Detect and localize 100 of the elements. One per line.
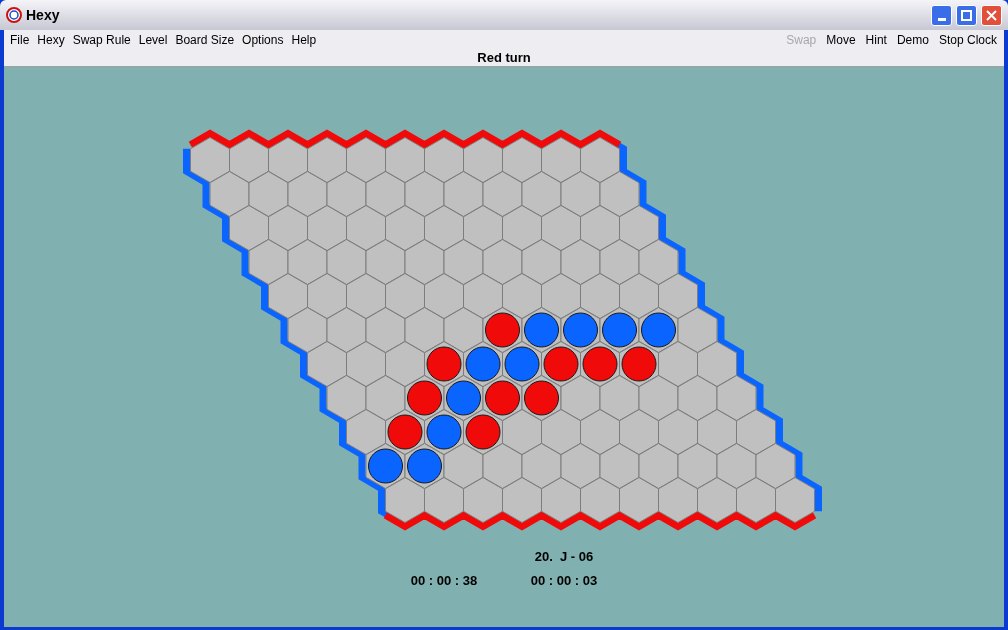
hex-cell[interactable] <box>619 409 659 455</box>
hex-cell[interactable] <box>580 273 620 319</box>
hex-cell[interactable] <box>385 477 425 523</box>
hex-cell[interactable] <box>619 205 659 251</box>
hex-cell[interactable] <box>248 239 289 285</box>
hex-cell[interactable] <box>638 239 679 285</box>
hex-cell[interactable] <box>658 273 698 319</box>
hex-cell[interactable] <box>677 375 718 421</box>
hex-cell[interactable] <box>424 137 464 183</box>
hex-cell[interactable] <box>229 205 269 251</box>
hex-cell[interactable] <box>521 171 562 217</box>
hex-cell[interactable] <box>287 239 328 285</box>
hex-cell[interactable] <box>560 443 601 489</box>
hex-cell[interactable] <box>638 375 679 421</box>
hex-cell[interactable] <box>541 409 581 455</box>
hex-cell[interactable] <box>541 137 581 183</box>
hex-cell[interactable] <box>541 477 581 523</box>
hex-cell[interactable] <box>326 239 367 285</box>
hex-cell[interactable] <box>580 477 620 523</box>
hex-cell[interactable] <box>190 137 230 183</box>
menu-item[interactable]: File <box>6 30 34 49</box>
hex-cell[interactable] <box>463 137 503 183</box>
hex-cell[interactable] <box>736 477 776 523</box>
hex-cell[interactable] <box>502 205 542 251</box>
hex-cell[interactable] <box>346 341 386 387</box>
maximize-button[interactable] <box>956 4 977 26</box>
hex-cell[interactable] <box>677 443 718 489</box>
hex-cell[interactable] <box>502 137 542 183</box>
hex-cell[interactable] <box>580 205 620 251</box>
hex-cell[interactable] <box>638 443 679 489</box>
hex-cell[interactable] <box>482 171 523 217</box>
hex-cell[interactable] <box>404 307 445 353</box>
hex-cell[interactable] <box>443 171 484 217</box>
hex-cell[interactable] <box>443 443 484 489</box>
hex-cell[interactable] <box>307 205 347 251</box>
hex-cell[interactable] <box>385 273 425 319</box>
hex-cell[interactable] <box>521 239 562 285</box>
hex-cell[interactable] <box>365 239 406 285</box>
hex-cell[interactable] <box>716 375 757 421</box>
hex-cell[interactable] <box>385 137 425 183</box>
minimize-button[interactable] <box>931 4 952 26</box>
hex-cell[interactable] <box>775 477 815 523</box>
toolbar-item[interactable]: Hint <box>860 30 892 49</box>
hex-cell[interactable] <box>307 341 347 387</box>
hex-cell[interactable] <box>443 239 484 285</box>
hex-cell[interactable] <box>365 307 406 353</box>
hex-cell[interactable] <box>365 171 406 217</box>
hex-cell[interactable] <box>326 375 367 421</box>
hex-cell[interactable] <box>502 477 542 523</box>
hex-cell[interactable] <box>287 307 328 353</box>
hex-cell[interactable] <box>697 409 737 455</box>
toolbar-item[interactable]: Stop Clock <box>933 30 1002 49</box>
hex-cell[interactable] <box>658 477 698 523</box>
hex-cell[interactable] <box>365 375 406 421</box>
hex-cell[interactable] <box>346 205 386 251</box>
menu-item[interactable]: Help <box>287 30 321 49</box>
hex-cell[interactable] <box>424 273 464 319</box>
toolbar-item[interactable]: Demo <box>891 30 934 49</box>
close-button[interactable] <box>981 4 1002 26</box>
hex-cell[interactable] <box>541 205 581 251</box>
hex-cell[interactable] <box>560 375 601 421</box>
hex-cell[interactable] <box>268 137 308 183</box>
menu-item[interactable]: Options <box>238 30 288 49</box>
hex-cell[interactable] <box>560 239 601 285</box>
hex-cell[interactable] <box>560 171 601 217</box>
hex-cell[interactable] <box>521 443 562 489</box>
menu-item[interactable]: Board Size <box>171 30 239 49</box>
hex-cell[interactable] <box>599 443 640 489</box>
hex-cell[interactable] <box>385 341 425 387</box>
hex-cell[interactable] <box>268 205 308 251</box>
hex-cell[interactable] <box>580 409 620 455</box>
hex-cell[interactable] <box>385 205 425 251</box>
hex-cell[interactable] <box>424 205 464 251</box>
hex-cell[interactable] <box>463 205 503 251</box>
hex-cell[interactable] <box>619 273 659 319</box>
hex-cell[interactable] <box>755 443 796 489</box>
hex-cell[interactable] <box>619 477 659 523</box>
hex-cell[interactable] <box>482 443 523 489</box>
hex-cell[interactable] <box>502 409 542 455</box>
hex-cell[interactable] <box>229 137 269 183</box>
hex-cell[interactable] <box>326 171 367 217</box>
hex-cell[interactable] <box>580 137 620 183</box>
hex-cell[interactable] <box>424 477 464 523</box>
hex-cell[interactable] <box>404 239 445 285</box>
hex-cell[interactable] <box>326 307 367 353</box>
hex-cell[interactable] <box>599 171 640 217</box>
hex-cell[interactable] <box>736 409 776 455</box>
hex-cell[interactable] <box>248 171 289 217</box>
hex-cell[interactable] <box>599 375 640 421</box>
hex-cell[interactable] <box>268 273 308 319</box>
hex-cell[interactable] <box>404 171 445 217</box>
hex-cell[interactable] <box>716 443 757 489</box>
hex-cell[interactable] <box>287 171 328 217</box>
hex-cell[interactable] <box>346 137 386 183</box>
hex-cell[interactable] <box>541 273 581 319</box>
hex-cell[interactable] <box>443 307 484 353</box>
menu-item[interactable]: Hexy <box>33 30 69 49</box>
hex-cell[interactable] <box>307 273 347 319</box>
hex-cell[interactable] <box>463 273 503 319</box>
hex-cell[interactable] <box>658 409 698 455</box>
